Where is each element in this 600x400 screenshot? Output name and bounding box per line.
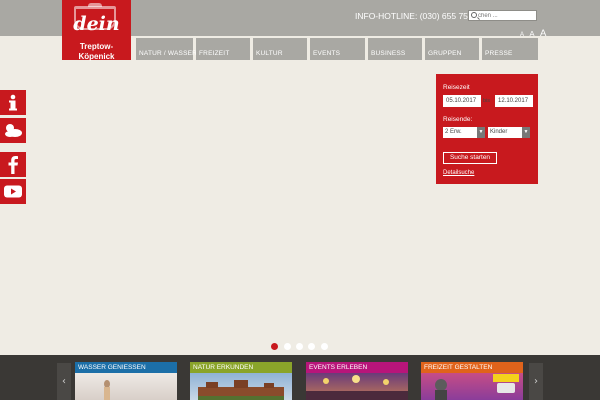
teaser-image	[306, 373, 408, 400]
facebook-icon-glyph	[8, 156, 18, 174]
teaser-image	[75, 373, 177, 400]
date-from-field[interactable]: 05.10.2017	[443, 95, 481, 107]
travel-period-label: Reisezeit	[443, 84, 470, 91]
booking-widget: Reisezeit 05.10.2017 bis 12.10.2017 Reis…	[436, 74, 538, 184]
teaser-card-wasser[interactable]: WASSER GENIESSEN	[75, 362, 177, 400]
search-box[interactable]	[468, 10, 537, 21]
slider-dot[interactable]	[284, 343, 291, 350]
travelers-label: Reisende:	[443, 116, 473, 123]
teaser-card-events[interactable]: EVENTS ERLEBEN	[306, 362, 408, 400]
site-logo[interactable]: dein Treptow-Köpenick	[62, 0, 131, 61]
logo-word: dein	[73, 13, 120, 35]
adults-value: 2 Erw.	[445, 129, 462, 135]
chevron-down-icon: ▼	[522, 127, 530, 138]
chevron-right-icon[interactable]: ›	[529, 363, 543, 400]
logo-place: Treptow-Köpenick	[78, 42, 115, 61]
nav-item-kultur[interactable]: KULTUR	[253, 38, 307, 60]
nav-item-business[interactable]: BUSINESS	[368, 38, 422, 60]
nav-item-freizeit[interactable]: FREIZEIT	[196, 38, 250, 60]
weather-icon[interactable]	[0, 118, 26, 143]
facebook-icon[interactable]	[0, 152, 26, 177]
info-hotline: INFO-HOTLINE: (030) 655 75 50	[355, 11, 480, 21]
chevron-down-icon: ▼	[477, 127, 485, 138]
teaser-image	[190, 373, 292, 400]
teaser-title: FREIZEIT GESTALTEN	[421, 362, 523, 373]
info-icon[interactable]	[0, 90, 26, 115]
teaser-image	[421, 373, 523, 400]
slider-dot[interactable]	[321, 343, 328, 350]
slider-dot[interactable]	[296, 343, 303, 350]
search-input[interactable]	[478, 11, 534, 20]
youtube-icon-glyph	[4, 185, 22, 198]
nav-item-natur-wasser[interactable]: NATUR / WASSER	[136, 38, 197, 60]
teaser-title: NATUR ERKUNDEN	[190, 362, 292, 373]
youtube-icon[interactable]	[0, 179, 26, 204]
date-to-field[interactable]: 12.10.2017	[495, 95, 533, 107]
info-icon-glyph	[9, 94, 17, 111]
children-select[interactable]: Kinder ▼	[488, 127, 530, 138]
nav-item-events[interactable]: EVENTS	[310, 38, 365, 60]
teaser-card-natur[interactable]: NATUR ERKUNDEN	[190, 362, 292, 400]
chevron-left-icon[interactable]: ‹	[57, 363, 71, 400]
bis-label: bis	[483, 98, 491, 104]
children-value: Kinder	[490, 129, 508, 135]
main-nav: NATUR / WASSER FREIZEIT KULTUR EVENTS BU…	[136, 38, 538, 60]
nav-item-gruppen[interactable]: GRUPPEN	[425, 38, 479, 60]
font-size-large[interactable]: A	[540, 28, 546, 39]
teaser-title: EVENTS ERLEBEN	[306, 362, 408, 373]
slider-dot[interactable]	[308, 343, 315, 350]
teaser-title: WASSER GENIESSEN	[75, 362, 177, 373]
detail-search-link[interactable]: Detailsuche	[443, 169, 474, 177]
search-icon	[471, 12, 477, 18]
font-size-medium[interactable]: A	[529, 29, 534, 38]
teaser-card-freizeit[interactable]: FREIZEIT GESTALTEN	[421, 362, 523, 400]
search-start-button[interactable]: Suche starten	[443, 152, 497, 164]
weather-icon-glyph	[5, 124, 22, 137]
slider-dot[interactable]	[271, 343, 278, 350]
nav-item-presse[interactable]: PRESSE	[482, 38, 538, 60]
adults-select[interactable]: 2 Erw. ▼	[443, 127, 485, 138]
